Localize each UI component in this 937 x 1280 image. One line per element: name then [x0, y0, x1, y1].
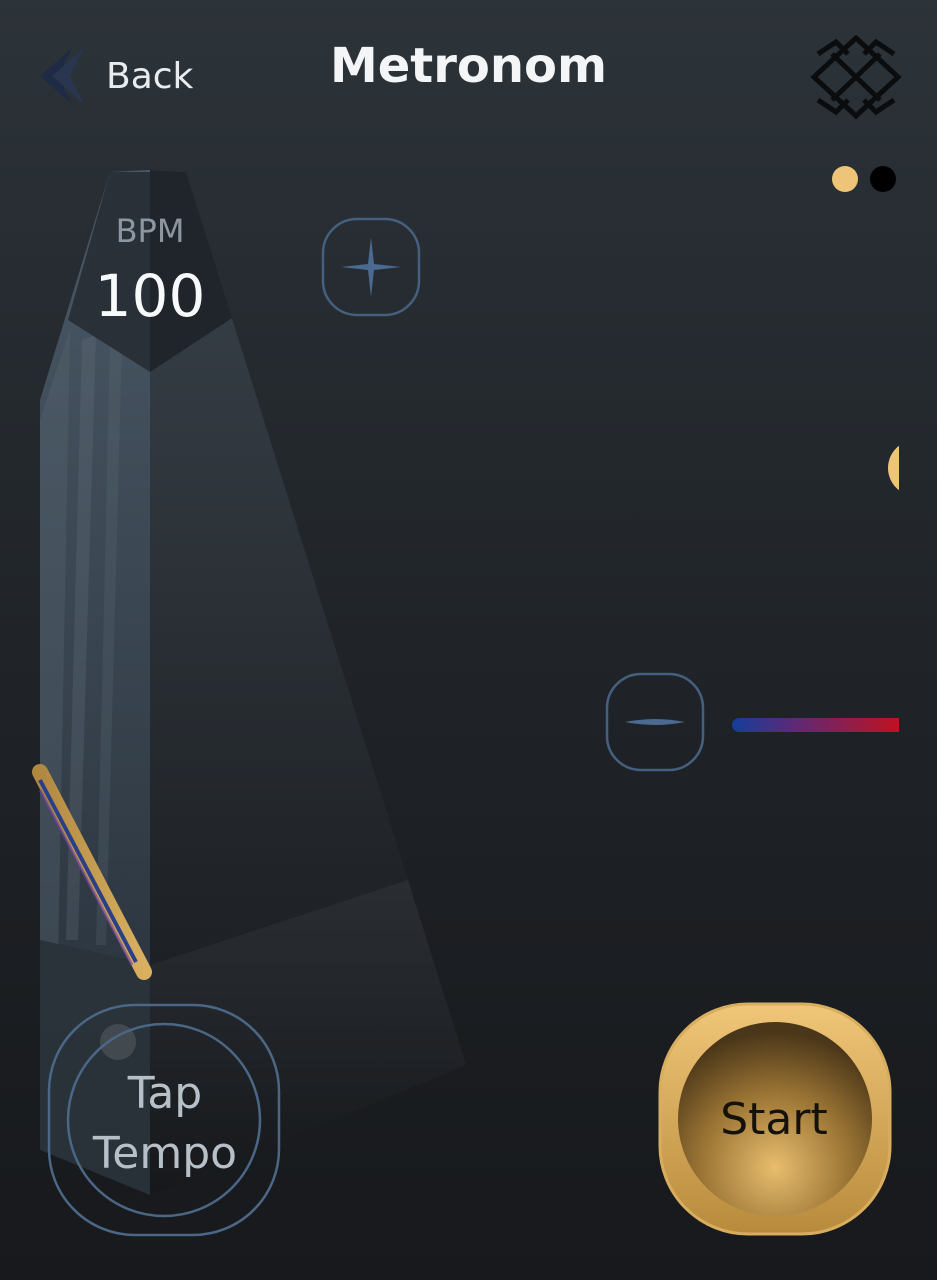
- bpm-value: 100: [94, 262, 206, 330]
- increase-tempo-button[interactable]: [320, 216, 422, 318]
- back-button[interactable]: Back: [36, 44, 193, 108]
- settings-button[interactable]: [806, 34, 906, 120]
- start-label: Start: [720, 1094, 828, 1145]
- chevron-left-icon: [36, 44, 88, 108]
- bpm-label: BPM: [115, 212, 185, 250]
- page-dot-inactive[interactable]: [870, 166, 896, 192]
- page-dot-active[interactable]: [832, 166, 858, 192]
- decrease-tempo-button[interactable]: [604, 671, 706, 773]
- minus-icon: [623, 714, 687, 735]
- tap-tempo-label: Tap Tempo: [92, 1068, 238, 1179]
- plus-star-icon: [339, 235, 403, 304]
- page-indicator: [832, 166, 896, 192]
- back-label: Back: [106, 55, 194, 97]
- diamond-pattern-icon: [806, 34, 906, 124]
- tempo-slider-track[interactable]: [732, 718, 899, 732]
- volume-knob[interactable]: [888, 440, 899, 496]
